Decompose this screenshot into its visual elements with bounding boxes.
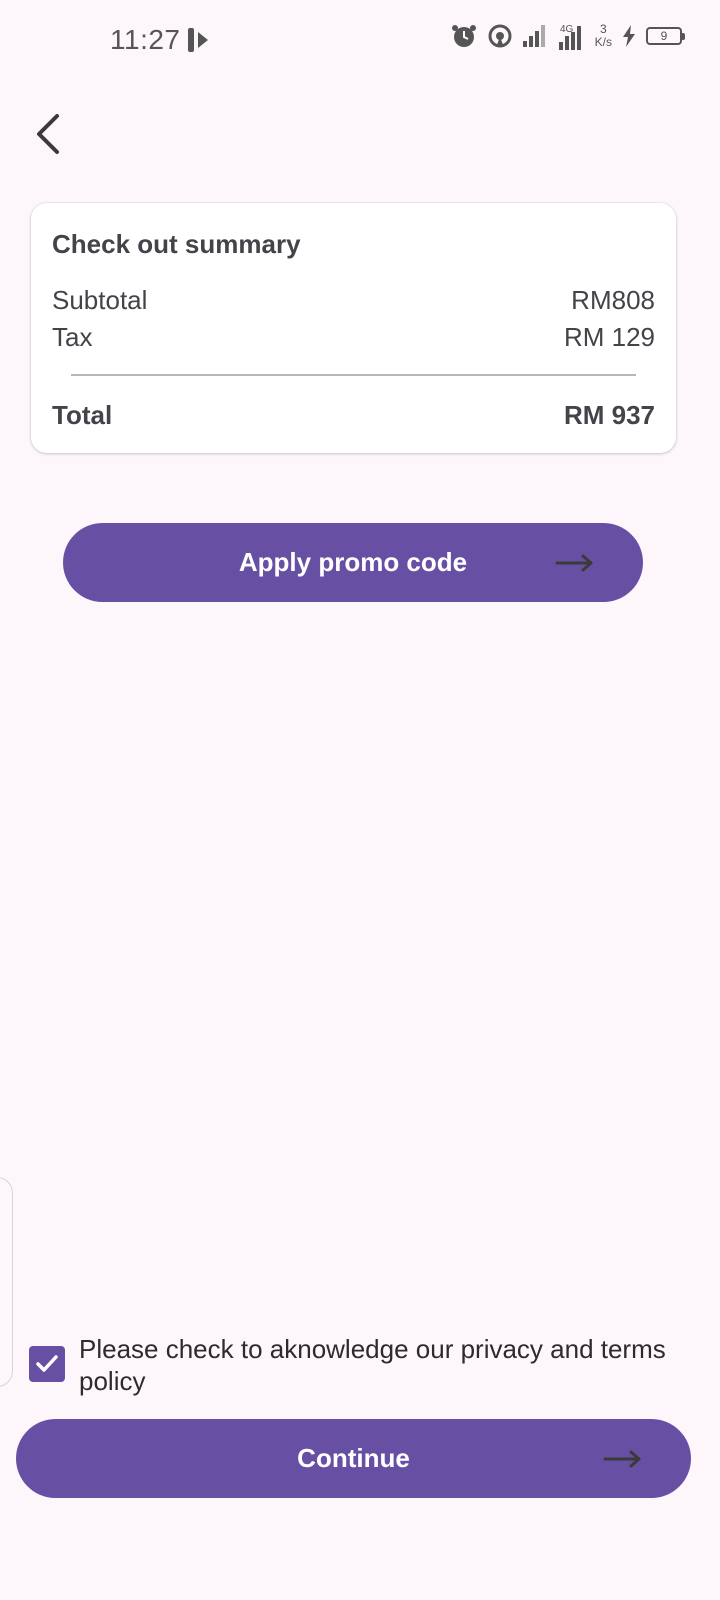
continue-button[interactable]: Continue (16, 1419, 691, 1498)
signal-4g-icon: 4G (557, 22, 585, 50)
net-speed: 3 K/s (594, 22, 612, 49)
signal-icon (522, 25, 547, 47)
status-time: 11:27 (110, 24, 181, 55)
tax-row: Tax RM 129 (52, 322, 655, 353)
arrow-right-icon (555, 554, 593, 571)
tax-label: Tax (52, 322, 93, 352)
subtotal-row: Subtotal RM808 (52, 285, 655, 316)
divider (71, 374, 636, 376)
continue-button-label: Continue (297, 1443, 410, 1473)
total-value: RM 937 (563, 400, 655, 430)
status-bar: 11:27 4G 3 K/s 9 (0, 0, 720, 80)
alarm-icon (451, 23, 477, 49)
policy-checkbox[interactable] (29, 1346, 65, 1382)
back-button[interactable] (24, 108, 72, 160)
checkmark-icon (36, 1355, 58, 1372)
notification-icon (186, 26, 212, 59)
edge-panel-handle[interactable] (0, 1177, 13, 1387)
status-icons: 4G 3 K/s 9 (451, 22, 685, 50)
checkout-summary-card: Check out summary Subtotal RM808 Tax RM … (31, 203, 676, 453)
battery-icon: 9 (646, 27, 685, 45)
arrow-right-icon (603, 1450, 641, 1467)
promo-button-label: Apply promo code (238, 547, 468, 577)
total-label: Total (52, 400, 113, 430)
summary-title: Check out summary (52, 229, 301, 259)
tax-value: RM 129 (563, 322, 655, 352)
hotspot-icon (487, 23, 513, 49)
back-arrow-icon (37, 114, 59, 154)
apply-promo-code-button[interactable]: Apply promo code (63, 523, 643, 602)
charging-icon (622, 25, 636, 47)
policy-text: Please check to aknowledge our privacy a… (79, 1334, 666, 1396)
subtotal-label: Subtotal (52, 285, 148, 315)
subtotal-value: RM808 (571, 285, 655, 315)
total-row: Total RM 937 (52, 400, 655, 431)
